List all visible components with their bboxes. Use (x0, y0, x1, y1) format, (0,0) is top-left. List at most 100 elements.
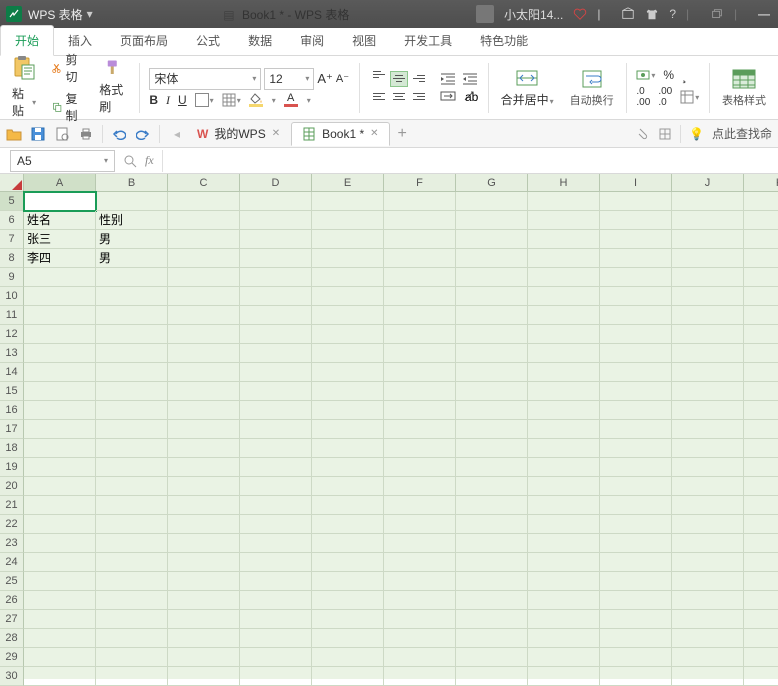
row-header-8[interactable]: 8 (0, 249, 24, 268)
cell-C12[interactable] (168, 325, 240, 344)
merge-icon-small[interactable] (440, 89, 456, 103)
cell-H17[interactable] (528, 420, 600, 439)
cell-I29[interactable] (600, 648, 672, 667)
row-header-30[interactable]: 30 (0, 667, 24, 686)
cell-I14[interactable] (600, 363, 672, 382)
cell-I11[interactable] (600, 306, 672, 325)
cell-B6[interactable]: 性别 (96, 211, 168, 230)
cell-G27[interactable] (456, 610, 528, 629)
cell-I21[interactable] (600, 496, 672, 515)
row-header-13[interactable]: 13 (0, 344, 24, 363)
cell-G20[interactable] (456, 477, 528, 496)
currency-button[interactable]: ▾ (636, 68, 655, 82)
cell-E8[interactable] (312, 249, 384, 268)
cell-H19[interactable] (528, 458, 600, 477)
cell-K10[interactable] (744, 287, 778, 306)
cell-I5[interactable] (600, 192, 672, 211)
row-header-26[interactable]: 26 (0, 591, 24, 610)
cell-I23[interactable] (600, 534, 672, 553)
cell-A24[interactable] (24, 553, 96, 572)
formula-input[interactable] (162, 150, 778, 172)
cell-C14[interactable] (168, 363, 240, 382)
align-top-right[interactable] (410, 71, 428, 87)
name-box[interactable]: A5▾ (10, 150, 115, 172)
home-tab[interactable]: W 我的WPS ✕ (186, 120, 291, 147)
cell-A10[interactable] (24, 287, 96, 306)
cell-F21[interactable] (384, 496, 456, 515)
cell-G29[interactable] (456, 648, 528, 667)
cell-I24[interactable] (600, 553, 672, 572)
cell-G13[interactable] (456, 344, 528, 363)
cell-F9[interactable] (384, 268, 456, 287)
cell-B26[interactable] (96, 591, 168, 610)
cell-C23[interactable] (168, 534, 240, 553)
col-header-D[interactable]: D (240, 174, 312, 192)
help-search[interactable]: 点此查找命 (712, 125, 772, 142)
row-header-28[interactable]: 28 (0, 629, 24, 648)
cell-F16[interactable] (384, 401, 456, 420)
cell-D24[interactable] (240, 553, 312, 572)
cell-G12[interactable] (456, 325, 528, 344)
cell-J12[interactable] (672, 325, 744, 344)
cell-K17[interactable] (744, 420, 778, 439)
cell-E10[interactable] (312, 287, 384, 306)
cell-E25[interactable] (312, 572, 384, 591)
cell-B11[interactable] (96, 306, 168, 325)
cell-D11[interactable] (240, 306, 312, 325)
col-header-F[interactable]: F (384, 174, 456, 192)
cell-A27[interactable] (24, 610, 96, 629)
cell-E28[interactable] (312, 629, 384, 648)
cell-A29[interactable] (24, 648, 96, 667)
cell-B18[interactable] (96, 439, 168, 458)
cell-D22[interactable] (240, 515, 312, 534)
border-button[interactable]: ▾ (195, 93, 214, 107)
cell-D26[interactable] (240, 591, 312, 610)
comma-button[interactable]: ¸ (682, 67, 687, 83)
cell-K13[interactable] (744, 344, 778, 363)
cell-G18[interactable] (456, 439, 528, 458)
cell-J24[interactable] (672, 553, 744, 572)
cell-G25[interactable] (456, 572, 528, 591)
cell-C20[interactable] (168, 477, 240, 496)
cell-D21[interactable] (240, 496, 312, 515)
cell-D9[interactable] (240, 268, 312, 287)
save-icon[interactable] (30, 126, 46, 142)
cell-G23[interactable] (456, 534, 528, 553)
clip-icon[interactable] (636, 127, 650, 141)
menu-special[interactable]: 特色功能 (466, 26, 542, 55)
cell-C29[interactable] (168, 648, 240, 667)
cell-B27[interactable] (96, 610, 168, 629)
percent-button[interactable]: % (663, 68, 674, 82)
cell-I18[interactable] (600, 439, 672, 458)
cell-E17[interactable] (312, 420, 384, 439)
cell-K11[interactable] (744, 306, 778, 325)
cell-J22[interactable] (672, 515, 744, 534)
print-icon[interactable] (78, 126, 94, 142)
cell-K29[interactable] (744, 648, 778, 667)
cell-K21[interactable] (744, 496, 778, 515)
cell-H7[interactable] (528, 230, 600, 249)
cell-B25[interactable] (96, 572, 168, 591)
box-icon[interactable] (621, 7, 635, 21)
cell-H5[interactable] (528, 192, 600, 211)
cell-D18[interactable] (240, 439, 312, 458)
cell-I25[interactable] (600, 572, 672, 591)
cell-D13[interactable] (240, 344, 312, 363)
decrease-font-icon[interactable]: A⁻ (336, 72, 349, 85)
close-book1-tab[interactable]: ✕ (370, 128, 378, 139)
cell-H21[interactable] (528, 496, 600, 515)
cell-K14[interactable] (744, 363, 778, 382)
cell-F12[interactable] (384, 325, 456, 344)
decrease-indent-icon[interactable] (440, 72, 456, 86)
cell-F7[interactable] (384, 230, 456, 249)
row-header-14[interactable]: 14 (0, 363, 24, 382)
cell-B14[interactable] (96, 363, 168, 382)
cell-B21[interactable] (96, 496, 168, 515)
row-header-23[interactable]: 23 (0, 534, 24, 553)
cell-H9[interactable] (528, 268, 600, 287)
cell-I20[interactable] (600, 477, 672, 496)
cell-C24[interactable] (168, 553, 240, 572)
underline-button[interactable]: U (178, 93, 187, 107)
cell-G26[interactable] (456, 591, 528, 610)
cell-I10[interactable] (600, 287, 672, 306)
